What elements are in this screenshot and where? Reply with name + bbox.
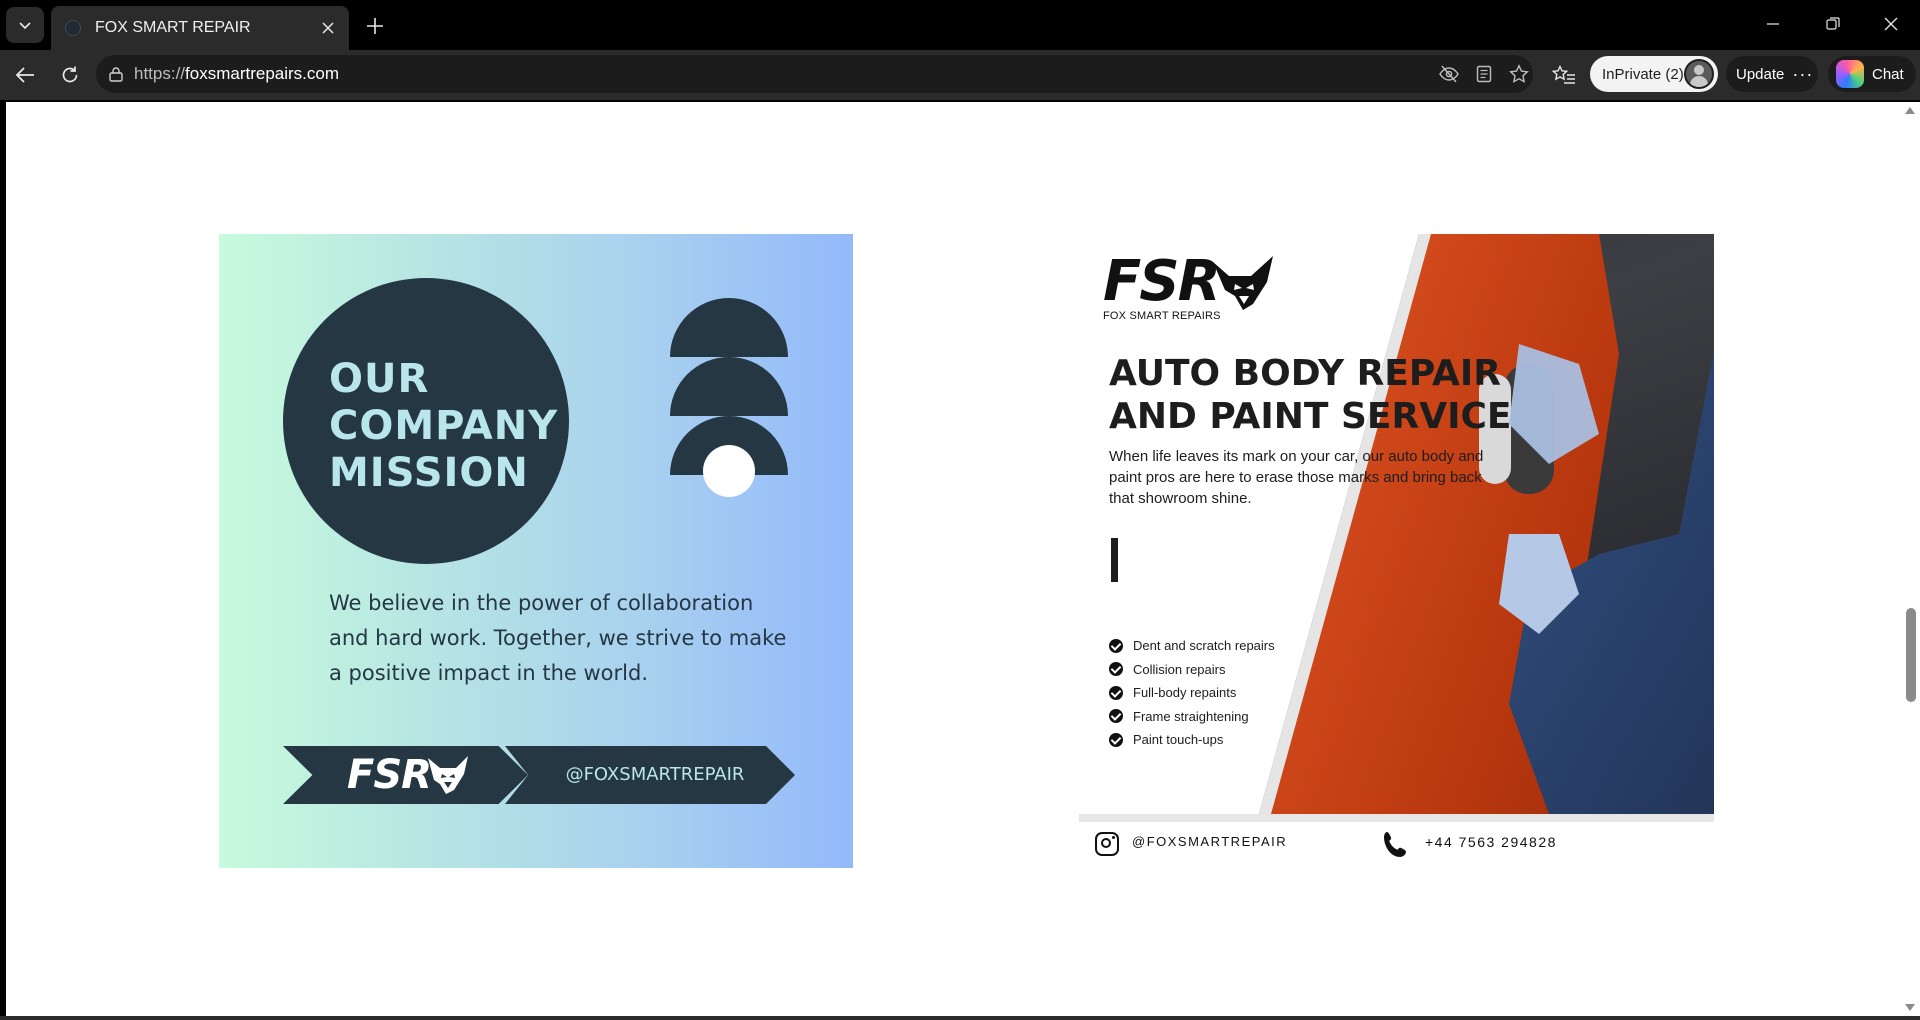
favorite-star-icon[interactable] (1506, 62, 1532, 86)
list-item: Collision repairs (1109, 658, 1275, 682)
services-list: Dent and scratch repairs Collision repai… (1109, 634, 1275, 752)
avatar (1684, 59, 1714, 89)
reload-button[interactable] (52, 58, 88, 92)
plus-icon (367, 18, 383, 34)
close-icon (322, 22, 334, 34)
tab-strip: FOX SMART REPAIR (0, 0, 1920, 50)
service-label: Frame straightening (1133, 708, 1249, 724)
favorites-button[interactable] (1546, 58, 1582, 92)
restore-button[interactable] (1804, 0, 1862, 48)
vertical-scrollbar[interactable] (1901, 102, 1920, 1016)
tab-close-button[interactable] (311, 13, 345, 43)
list-item: Frame straightening (1109, 705, 1275, 729)
phone-icon (1384, 832, 1406, 857)
check-circle-icon (1109, 685, 1123, 700)
chat-label: Chat (1872, 65, 1904, 83)
instagram-handle: @FOXSMARTREPAIR (1132, 834, 1288, 849)
chevron-down-icon (19, 22, 31, 30)
fsr-logo-subtitle: FOX SMART REPAIRS (1103, 310, 1221, 322)
service-label: Paint touch-ups (1133, 732, 1224, 748)
fox-logo-icon (428, 756, 468, 794)
reload-icon (62, 66, 78, 83)
check-circle-icon (1109, 662, 1123, 677)
check-circle-icon (1109, 709, 1123, 724)
inprivate-label: InPrivate (2) (1602, 65, 1684, 83)
fsr-logo: FSR (1103, 249, 1221, 314)
copilot-icon (1836, 60, 1864, 88)
check-circle-icon (1109, 732, 1123, 747)
mission-card: OUR COMPANY MISSION We believe in the po… (219, 234, 853, 868)
back-arrow-icon (15, 67, 34, 83)
phone-number: +44 7563 294828 (1425, 834, 1557, 850)
copilot-chat-button[interactable]: Chat (1828, 56, 1916, 92)
address-bar[interactable]: https://foxsmartrepairs.com (96, 55, 1533, 93)
scroll-down-arrow-icon[interactable] (1905, 1004, 1915, 1011)
flyer-title-line: AUTO BODY REPAIR (1109, 353, 1501, 394)
more-options-icon: ··· (1792, 64, 1814, 84)
fox-logo-icon (1213, 256, 1273, 310)
social-handle: @FOXSMARTREPAIR (565, 764, 745, 785)
back-button[interactable] (7, 58, 43, 92)
reading-view-icon[interactable] (1471, 62, 1497, 86)
list-item: Paint touch-ups (1109, 728, 1275, 752)
mission-circle: OUR COMPANY MISSION (283, 278, 569, 564)
check-circle-icon (1109, 638, 1123, 653)
divider (1079, 814, 1714, 822)
service-label: Collision repairs (1133, 661, 1226, 677)
mission-statement: We believe in the power of collaboration… (329, 591, 787, 685)
service-label: Dent and scratch repairs (1133, 638, 1275, 654)
mission-title-line: MISSION (329, 450, 529, 496)
tab-actions-menu-button[interactable] (6, 7, 44, 43)
address-url[interactable]: https://foxsmartrepairs.com (134, 55, 339, 93)
flyer-title: AUTO BODY REPAIR AND PAINT SERVICE (1109, 352, 1529, 438)
minimize-button[interactable] (1744, 0, 1802, 48)
update-label: Update (1736, 65, 1785, 83)
window-bottom-edge (0, 1016, 1920, 1020)
site-favicon-icon (65, 20, 81, 36)
decorative-semicircle (670, 298, 788, 357)
update-menu-button[interactable]: Update ··· (1726, 56, 1818, 92)
decorative-dot (703, 445, 755, 497)
site-info-lock-icon[interactable] (106, 64, 126, 84)
favorites-list-icon (1552, 65, 1575, 84)
restore-icon (1826, 17, 1840, 30)
tab-active[interactable]: FOX SMART REPAIR (51, 6, 349, 50)
auto-body-flyer: FSR FOX SMART REPAIRS AUTO BODY REPAIR A… (1079, 234, 1714, 868)
flyer-footer: @FOXSMARTREPAIR +44 7563 294828 (1079, 822, 1714, 868)
close-window-button[interactable] (1862, 0, 1920, 48)
tracking-prevention-icon[interactable] (1436, 62, 1462, 86)
inprivate-profile-button[interactable]: InPrivate (2) (1590, 56, 1718, 92)
decorative-semicircle (670, 357, 788, 416)
new-tab-button[interactable] (359, 10, 391, 42)
flyer-description: When life leaves its mark on your car, o… (1109, 448, 1484, 507)
scroll-up-arrow-icon[interactable] (1905, 107, 1915, 114)
mission-title-line: OUR (329, 356, 430, 402)
instagram-icon (1095, 832, 1119, 856)
mission-title-line: COMPANY (329, 403, 559, 449)
close-icon (1884, 17, 1898, 31)
scrollbar-thumb[interactable] (1906, 608, 1916, 702)
minimize-icon (1767, 23, 1779, 25)
page-viewport: OUR COMPANY MISSION We believe in the po… (6, 102, 1901, 1016)
list-item: Full-body repaints (1109, 681, 1275, 705)
flyer-title-line: AND PAINT SERVICE (1109, 396, 1512, 437)
fsr-logo: FSR (347, 752, 432, 798)
service-label: Full-body repaints (1133, 685, 1237, 701)
decorative-bar (1111, 538, 1118, 582)
mission-title: OUR COMPANY MISSION (329, 356, 569, 497)
tab-title: FOX SMART REPAIR (95, 19, 251, 36)
url-host: foxsmartrepairs.com (185, 64, 340, 83)
url-scheme: https:// (134, 64, 186, 83)
list-item: Dent and scratch repairs (1109, 634, 1275, 658)
